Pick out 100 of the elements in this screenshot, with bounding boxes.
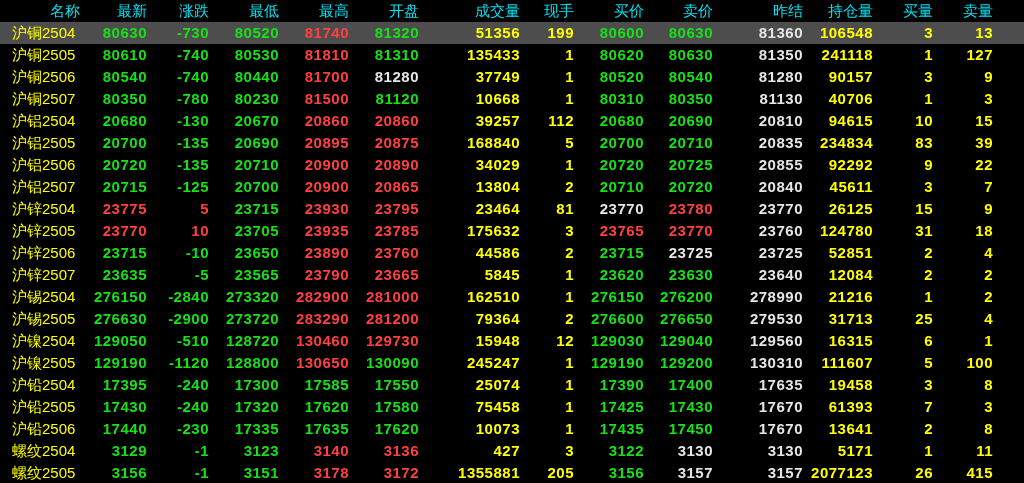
table-cell-text: 112 — [547, 111, 574, 131]
column-header[interactable]: 持仓量 — [803, 0, 873, 23]
table-cell-text: 3 — [983, 397, 993, 417]
table-cell-text: 沪铜2505 — [11, 45, 77, 65]
table-cell-text: -730 — [175, 23, 209, 43]
table-cell-text: 18 — [974, 221, 993, 241]
table-cell-text: 90157 — [827, 67, 873, 87]
table-cell-text: 3151 — [242, 463, 279, 483]
table-cell-text: 23780 — [667, 199, 713, 219]
table-cell-text: 80350 — [667, 89, 713, 109]
table-cell-text: 129200 — [658, 353, 713, 373]
table-cell-text: -740 — [175, 45, 209, 65]
column-header[interactable]: 买价 — [574, 0, 644, 23]
table-cell-text: 3156 — [110, 463, 147, 483]
table-cell-text: 7 — [923, 397, 933, 417]
column-header[interactable]: 最新 — [80, 0, 147, 23]
table-cell-text: 1 — [983, 331, 993, 351]
table-cell-text: 3140 — [312, 441, 349, 461]
table-row[interactable]: 沪铜2504 80630 -730 80520 81740 81320 51356 199 80600 80630 81360 106548 3 13 — [0, 22, 1024, 44]
table-cell-text: 80230 — [233, 89, 279, 109]
table-cell-text: 8 — [983, 375, 993, 395]
table-cell-text: 23665 — [373, 265, 419, 285]
table-cell-text: 17580 — [373, 397, 419, 417]
table-cell-text: 20900 — [303, 155, 349, 175]
table-cell-text: 沪铝2504 — [11, 111, 77, 131]
table-cell-text: 20680 — [101, 111, 147, 131]
table-cell-text: 1 — [564, 67, 574, 87]
table-cell-text: 1 — [564, 375, 574, 395]
column-header[interactable]: 现手 — [520, 0, 574, 23]
table-cell-text: 23795 — [373, 199, 419, 219]
table-cell-text: 124780 — [818, 221, 873, 241]
table-cell-text: 80540 — [667, 67, 713, 87]
table-cell-text: 129560 — [748, 331, 803, 351]
table-cell-text: 276150 — [92, 287, 147, 307]
table-cell-text: -135 — [175, 133, 209, 153]
table-cell-text: 23640 — [757, 265, 803, 285]
column-header[interactable]: 最高 — [279, 0, 349, 23]
table-cell-text: 129730 — [364, 331, 419, 351]
table-cell-text: 81350 — [757, 45, 803, 65]
table-cell-text: 沪锌2506 — [11, 243, 77, 263]
table-cell-text: 11 — [975, 441, 993, 461]
table-cell-text: 沪铝2505 — [11, 133, 77, 153]
column-header[interactable]: 卖量 — [933, 0, 993, 23]
table-cell-text: 23760 — [757, 221, 803, 241]
table-cell-text: 17390 — [598, 375, 644, 395]
table-cell-text: 3157 — [676, 463, 713, 483]
table-cell-text: 17440 — [101, 419, 147, 439]
table-cell-text: 17430 — [101, 397, 147, 417]
table-cell-text: 3136 — [382, 441, 419, 461]
table-cell-text: 129190 — [589, 353, 644, 373]
table-cell-text: 3 — [983, 89, 993, 109]
table-cell-text: 23775 — [101, 199, 147, 219]
table-cell-text: 23630 — [667, 265, 713, 285]
column-header[interactable]: 成交量 — [419, 0, 520, 23]
table-cell-text: -130 — [175, 111, 209, 131]
table-cell-text: 205 — [546, 463, 574, 483]
table-cell-text: 2 — [564, 177, 574, 197]
table-cell-text: 20835 — [757, 133, 803, 153]
table-cell-text: 20700 — [233, 177, 279, 197]
table-cell-text: 25 — [914, 309, 933, 329]
table-cell-text: 沪锌2504 — [11, 199, 77, 219]
table-cell-text: -780 — [175, 89, 209, 109]
column-header[interactable]: 昨结 — [713, 0, 803, 23]
table-cell-text: 沪铅2504 — [11, 375, 77, 395]
table-cell-text: 1 — [923, 287, 933, 307]
table-cell-text: 129050 — [92, 331, 147, 351]
table-cell-text: 5171 — [836, 441, 873, 461]
table-cell-text: 20690 — [233, 133, 279, 153]
table-cell-text: 80310 — [598, 89, 644, 109]
table-cell-text: 80440 — [233, 67, 279, 87]
column-header[interactable]: 涨跌 — [147, 0, 209, 23]
column-header[interactable]: 买量 — [873, 0, 933, 23]
table-cell-text: 20900 — [303, 177, 349, 197]
table-cell-text: 8 — [983, 419, 993, 439]
table-cell-text: 1 — [564, 419, 574, 439]
table-cell-text: 279530 — [748, 309, 803, 329]
column-header[interactable]: 卖价 — [644, 0, 713, 23]
table-cell-text: 162510 — [465, 287, 520, 307]
table-cell-text: 100 — [965, 353, 993, 373]
table-cell-text: 10668 — [474, 89, 520, 109]
table-cell-text: 17670 — [757, 419, 803, 439]
table-cell-text: 111607 — [820, 353, 873, 373]
table-cell-text: 3 — [564, 221, 574, 241]
table-cell-text: 5 — [923, 353, 933, 373]
table-cell-text: 5 — [199, 199, 209, 219]
table-cell-text: 2 — [564, 243, 574, 263]
column-header[interactable]: 最低 — [209, 0, 279, 23]
column-header[interactable]: 开盘 — [349, 0, 419, 23]
table-cell-text: 螺纹2504 — [11, 441, 77, 461]
table-cell-text: 1 — [564, 397, 574, 417]
table-cell-text: 3122 — [607, 441, 644, 461]
column-header[interactable]: 名称 — [0, 0, 80, 23]
table-cell-text: 23650 — [233, 243, 279, 263]
table-cell-text: 106548 — [818, 23, 873, 43]
table-cell-text: 20670 — [233, 111, 279, 131]
table-cell-text: 20715 — [101, 177, 147, 197]
table-cell-text: 20710 — [233, 155, 279, 175]
table-cell-text: 80530 — [233, 45, 279, 65]
table-cell-text: 45611 — [828, 177, 873, 197]
table-cell-text: 7 — [983, 177, 993, 197]
